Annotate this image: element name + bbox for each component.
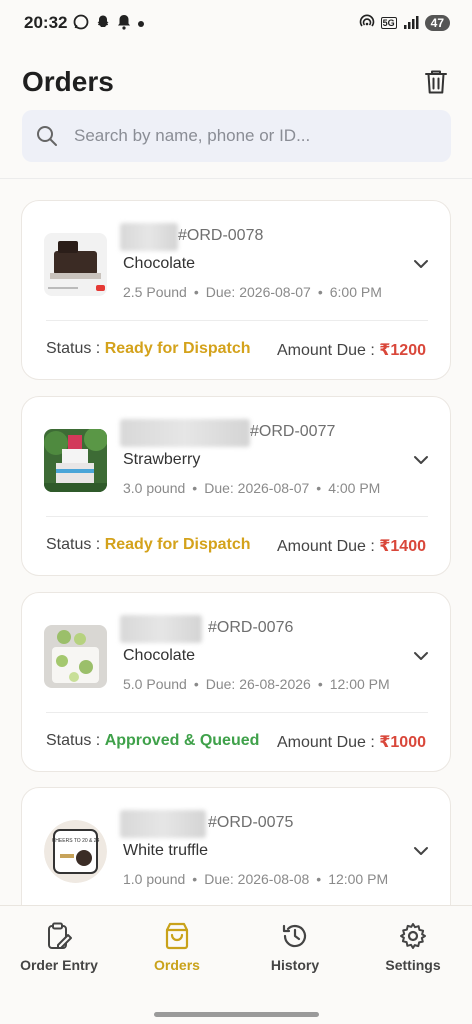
order-id: #ORD-0075 xyxy=(208,814,294,831)
amount-value: ₹1000 xyxy=(379,734,426,751)
order-meta: 3.0 pound • Due: 2026-08-07 • 4:00 PM xyxy=(123,480,381,496)
due-time: 4:00 PM xyxy=(328,480,381,496)
card-divider xyxy=(46,712,428,713)
status-value: Ready for Dispatch xyxy=(104,340,251,357)
bell-icon xyxy=(117,14,131,33)
amount-label: Amount Due : xyxy=(276,342,380,359)
amount-value: ₹1200 xyxy=(379,342,426,359)
cake-weight: 2.5 Pound xyxy=(123,284,187,300)
bottom-nav: Order Entry Orders History Settings xyxy=(0,905,472,1024)
card-divider xyxy=(46,320,428,321)
amount-label: Amount Due : xyxy=(276,734,380,751)
amount-due: Amount Due : ₹1400 xyxy=(277,536,426,556)
order-status: Status : Ready for Dispatch xyxy=(46,536,251,554)
order-status: Status : Approved & Queued xyxy=(46,732,259,750)
cake-thumbnail xyxy=(44,625,107,688)
clock: 20:32 xyxy=(24,13,68,32)
shopping-bag-icon xyxy=(165,922,189,950)
amount-due: Amount Due : ₹1200 xyxy=(277,340,426,360)
delete-button[interactable] xyxy=(422,68,450,96)
cake-weight: 5.0 Pound xyxy=(123,676,187,692)
cake-thumbnail xyxy=(44,429,107,492)
order-meta: 1.0 pound • Due: 2026-08-08 • 12:00 PM xyxy=(123,871,389,887)
search-icon xyxy=(37,126,57,146)
due-time: 6:00 PM xyxy=(329,284,382,300)
customer-name-redacted xyxy=(120,223,178,251)
header-divider xyxy=(0,178,472,179)
order-card[interactable]: #ORD-0077 Strawberry 3.0 pound • Due: 2026… xyxy=(21,396,451,576)
cake-flavor: White truffle xyxy=(123,842,209,859)
order-card[interactable]: #ORD-0078 Chocolate 2.5 Pound • Due: 2026-… xyxy=(21,200,451,380)
customer-name-redacted xyxy=(120,419,250,447)
nav-label: Settings xyxy=(385,957,441,973)
status-bar: 20:32 5G 47 xyxy=(0,0,472,46)
status-label: Status : xyxy=(46,340,105,357)
cake-flavor: Chocolate xyxy=(123,255,196,272)
due-time: 12:00 PM xyxy=(329,676,390,692)
due-time: 12:00 PM xyxy=(328,871,389,887)
cake-thumbnail xyxy=(44,233,107,296)
customer-name-redacted xyxy=(120,810,206,838)
nav-label: History xyxy=(270,957,320,973)
chevron-down-icon[interactable] xyxy=(410,449,432,471)
customer-name-redacted xyxy=(120,615,202,643)
search-input[interactable] xyxy=(74,126,437,146)
snapchat-icon xyxy=(95,14,111,33)
amount-due: Amount Due : ₹1000 xyxy=(277,732,426,752)
order-id: #ORD-0076 xyxy=(208,619,294,636)
order-id: #ORD-0078 xyxy=(178,227,264,244)
cake-weight: 1.0 pound xyxy=(123,871,186,887)
history-icon xyxy=(282,924,307,948)
chevron-down-icon[interactable] xyxy=(410,253,432,275)
nav-label: Order Entry xyxy=(20,957,98,973)
signal-icon xyxy=(403,15,419,32)
status-label: Status : xyxy=(46,732,105,749)
due-date: Due: 26-08-2026 xyxy=(205,676,311,692)
page-title: Orders xyxy=(22,66,114,97)
nav-order-entry[interactable]: Order Entry xyxy=(0,921,118,981)
card-divider xyxy=(46,516,428,517)
chevron-down-icon[interactable] xyxy=(410,840,432,862)
notification-dot-icon xyxy=(137,15,145,31)
cake-flavor: Chocolate xyxy=(123,647,196,664)
order-card[interactable]: CHEERS TO 20 & 24 #ORD-0075 White truffl… xyxy=(21,787,451,905)
orders-list[interactable]: #ORD-0078 Chocolate 2.5 Pound • Due: 2026-… xyxy=(21,200,451,905)
clipboard-edit-icon xyxy=(48,922,72,949)
nav-history[interactable]: History xyxy=(236,921,354,981)
status-value: Approved & Queued xyxy=(104,732,260,749)
due-date: Due: 2026-08-08 xyxy=(204,871,310,887)
thumb-cake-text: CHEERS TO 20 & 24 xyxy=(52,838,100,844)
nav-label: Orders xyxy=(154,957,200,973)
network-type: 5G xyxy=(380,17,397,29)
cake-flavor: Strawberry xyxy=(123,451,201,468)
due-date: Due: 2026-08-07 xyxy=(205,284,311,300)
home-indicator[interactable] xyxy=(154,1012,319,1017)
chevron-down-icon[interactable] xyxy=(410,645,432,667)
battery-indicator: 47 xyxy=(424,15,450,31)
order-meta: 5.0 Pound • Due: 26-08-2026 • 12:00 PM xyxy=(123,676,390,692)
status-label: Status : xyxy=(46,536,105,553)
nav-settings[interactable]: Settings xyxy=(354,921,472,981)
search-bar[interactable] xyxy=(22,110,451,162)
order-id: #ORD-0077 xyxy=(250,423,336,440)
page-header: Orders xyxy=(22,60,450,104)
order-meta: 2.5 Pound • Due: 2026-08-07 • 6:00 PM xyxy=(123,284,382,300)
nav-orders[interactable]: Orders xyxy=(118,921,236,981)
trash-icon xyxy=(425,70,447,94)
order-status: Status : Ready for Dispatch xyxy=(46,340,251,358)
hotspot-icon xyxy=(359,14,375,33)
amount-label: Amount Due : xyxy=(276,538,380,555)
status-value: Ready for Dispatch xyxy=(104,536,251,553)
due-date: Due: 2026-08-07 xyxy=(204,480,310,496)
amount-value: ₹1400 xyxy=(379,538,426,555)
gear-icon xyxy=(400,923,426,949)
order-card[interactable]: #ORD-0076 Chocolate 5.0 Pound • Due: 26-08… xyxy=(21,592,451,772)
cake-thumbnail: CHEERS TO 20 & 24 xyxy=(44,820,107,883)
cake-weight: 3.0 pound xyxy=(123,480,186,496)
whatsapp-icon xyxy=(73,14,89,33)
